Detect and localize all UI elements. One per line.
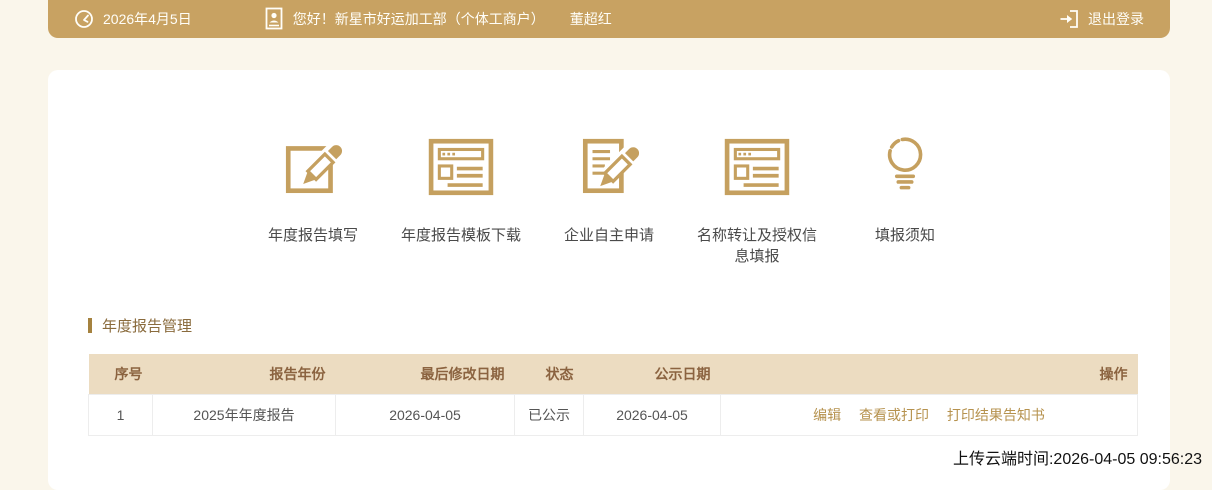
table-header-row: 序号 报告年份 最后修改日期 状态 公示日期 操作 [88, 354, 1138, 394]
cell-status: 已公示 [514, 393, 584, 436]
section-title: 年度报告管理 [102, 318, 193, 335]
column-header-report-year: 报告年份 [152, 354, 336, 394]
annual-report-table: 序号 报告年份 最后修改日期 状态 公示日期 操作 1 2025年年度报告 20… [88, 354, 1138, 436]
name-transfer-window-icon [724, 138, 790, 196]
quick-action-label: 年度报告填写 [267, 227, 358, 244]
document-edit-icon [582, 138, 642, 194]
current-date: 2026年4月5日 [103, 11, 192, 27]
column-header-actions: 操作 [720, 354, 1138, 394]
edit-square-icon [285, 138, 346, 194]
column-header-last-modified: 最后修改日期 [335, 354, 515, 394]
logout-icon [1060, 10, 1078, 28]
view-or-print-link[interactable]: 查看或打印 [859, 407, 929, 423]
cell-index: 1 [88, 393, 153, 436]
clock-icon [75, 10, 93, 28]
cell-last-modified: 2026-04-05 [335, 393, 515, 436]
user-group: 您好！新星市好运加工部（个体工商户） 董超红 [264, 7, 612, 31]
cell-report-year: 2025年年度报告 [152, 393, 336, 436]
id-badge-icon [265, 7, 283, 30]
quick-action-label: 名称转让及授权信息填报 [696, 227, 817, 265]
quick-action-label: 填报须知 [874, 227, 935, 244]
main-card: 年度报告填写 年度报告模板下载 企业自主申请 名称转让及授权信息填报 填报须知 … [48, 70, 1170, 490]
quick-actions-row: 年度报告填写 年度报告模板下载 企业自主申请 名称转让及授权信息填报 填报须知 [48, 70, 1170, 267]
section-header: 年度报告管理 [88, 315, 1138, 336]
date-group: 2026年4月5日 [74, 9, 192, 29]
top-bar: 2026年4月5日 您好！新星市好运加工部（个体工商户） 董超红 退出登录 [48, 0, 1170, 38]
quick-action-label: 年度报告模板下载 [400, 227, 521, 244]
greeting-text: 您好！新星市好运加工部（个体工商户） [292, 11, 545, 27]
edit-link[interactable]: 编辑 [813, 407, 841, 423]
column-header-index: 序号 [88, 354, 153, 394]
quick-action-template-download[interactable]: 年度报告模板下载 [387, 134, 535, 267]
section-marker [88, 318, 92, 333]
template-window-icon [428, 138, 494, 196]
upload-cloud-time: 上传云端时间:2026-04-05 09:56:23 [952, 451, 1202, 468]
annual-report-section: 年度报告管理 序号 报告年份 最后修改日期 状态 公示日期 操作 1 2025年… [88, 315, 1138, 436]
lightbulb-icon [887, 137, 923, 190]
print-result-notice-link[interactable]: 打印结果告知书 [947, 407, 1045, 423]
username: 董超红 [569, 11, 612, 27]
column-header-publish-date: 公示日期 [583, 354, 721, 394]
quick-action-filing-notice[interactable]: 填报须知 [831, 134, 979, 267]
quick-action-label: 企业自主申请 [563, 227, 654, 244]
column-header-status: 状态 [514, 354, 584, 394]
logout-label: 退出登录 [1088, 11, 1144, 27]
cell-publish-date: 2026-04-05 [583, 393, 721, 436]
table-row: 1 2025年年度报告 2026-04-05 已公示 2026-04-05 编辑… [88, 393, 1138, 436]
quick-action-annual-report-fill[interactable]: 年度报告填写 [239, 134, 387, 267]
quick-action-name-transfer[interactable]: 名称转让及授权信息填报 [683, 134, 831, 267]
quick-action-self-application[interactable]: 企业自主申请 [535, 134, 683, 267]
logout-button[interactable]: 退出登录 [1058, 8, 1144, 30]
cell-actions: 编辑 查看或打印 打印结果告知书 [720, 393, 1138, 436]
